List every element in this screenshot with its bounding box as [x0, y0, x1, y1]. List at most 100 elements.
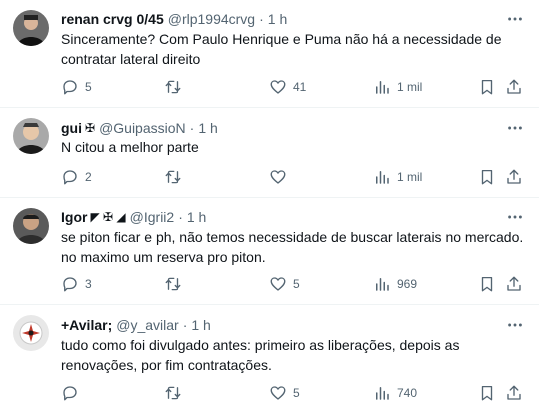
like-count: 5	[293, 277, 300, 291]
share-icon	[507, 385, 521, 400]
tweet-feed: renan crvg 0/45 @rlp1994crvg · 1 h Since…	[0, 0, 539, 416]
bookmark-icon	[481, 385, 493, 401]
user-handle[interactable]: @GuipassioN	[99, 120, 186, 136]
retweet-icon	[165, 386, 181, 400]
avatar[interactable]	[13, 10, 49, 46]
retweet-button[interactable]	[164, 274, 188, 294]
reply-button[interactable]: 5	[61, 77, 92, 97]
share-button[interactable]	[505, 77, 523, 97]
views-count: 740	[397, 386, 418, 400]
like-button[interactable]: 5	[269, 383, 300, 403]
tweet-text: tudo como foi divulgado antes: primeiro …	[61, 335, 526, 375]
action-bar: 3 5 969	[61, 274, 531, 294]
more-horizontal-icon	[508, 126, 522, 130]
reply-count: 5	[85, 80, 92, 94]
tweet-text-line: N citou a melhor parte	[61, 139, 199, 155]
more-horizontal-icon	[508, 323, 522, 327]
display-name[interactable]: +Avilar;	[61, 317, 112, 333]
separator-dot: ·	[189, 120, 195, 136]
timestamp[interactable]: 1 h	[268, 11, 287, 27]
display-name[interactable]: Igor	[61, 209, 87, 225]
like-count: 5	[293, 386, 300, 400]
more-options-button[interactable]	[505, 9, 525, 29]
retweet-icon	[165, 277, 181, 291]
tweet[interactable]: Igor ◤ ✠ ◢ @Igrii2 · 1 h se piton ficar …	[0, 198, 539, 305]
user-handle[interactable]: @y_avilar	[116, 317, 178, 333]
more-horizontal-icon	[508, 17, 522, 21]
like-count: 41	[293, 80, 307, 94]
views-icon	[376, 81, 389, 94]
views-count: 1 mil	[397, 80, 423, 94]
bookmark-button[interactable]	[478, 167, 496, 187]
like-button[interactable]	[269, 167, 293, 187]
views-button[interactable]: 740	[373, 383, 417, 403]
tweet-text-line: renovações, por fim contratações.	[61, 357, 272, 373]
like-button[interactable]: 41	[269, 77, 306, 97]
bookmark-button[interactable]	[478, 77, 496, 97]
tweet-text-line: se piton ficar e ph, não temos necessida…	[61, 229, 524, 245]
heart-icon	[270, 80, 286, 94]
reply-count: 2	[85, 170, 92, 184]
bookmark-icon	[481, 169, 493, 185]
more-options-button[interactable]	[505, 118, 525, 138]
user-handle[interactable]: @Igrii2	[130, 209, 175, 225]
tweet-text-line: no maximo um reserva pro piton.	[61, 249, 266, 265]
share-button[interactable]	[505, 383, 523, 403]
tweet-header: +Avilar; @y_avilar · 1 h	[61, 315, 211, 335]
views-icon	[376, 278, 389, 291]
share-button[interactable]	[505, 274, 523, 294]
views-icon	[376, 171, 389, 184]
reply-button[interactable]: 3	[61, 274, 92, 294]
timestamp[interactable]: 1 h	[198, 120, 217, 136]
more-options-button[interactable]	[505, 315, 525, 335]
retweet-button[interactable]	[164, 167, 188, 187]
tweet[interactable]: gui ✠ @GuipassioN · 1 h N citou a melhor…	[0, 108, 539, 198]
tweet-text: se piton ficar e ph, não temos necessida…	[61, 227, 526, 267]
avatar[interactable]	[13, 315, 49, 351]
reply-icon	[63, 170, 77, 185]
tweet-header: gui ✠ @GuipassioN · 1 h	[61, 118, 218, 138]
reply-count: 3	[85, 277, 92, 291]
like-button[interactable]: 5	[269, 274, 300, 294]
reply-button[interactable]: 2	[61, 167, 92, 187]
views-button[interactable]: 1 mil	[373, 167, 422, 187]
separator-dot: ·	[259, 11, 264, 27]
heart-icon	[270, 277, 286, 291]
more-options-button[interactable]	[505, 207, 525, 227]
reply-icon	[63, 277, 77, 292]
reply-icon	[63, 386, 77, 401]
bookmark-button[interactable]	[478, 383, 496, 403]
action-bar: 5 740	[61, 383, 531, 403]
tweet-header: renan crvg 0/45 @rlp1994crvg · 1 h	[61, 9, 287, 29]
avatar[interactable]	[13, 208, 49, 244]
tweet[interactable]: renan crvg 0/45 @rlp1994crvg · 1 h Since…	[0, 0, 539, 108]
views-button[interactable]: 1 mil	[373, 77, 422, 97]
separator-dot: ·	[182, 317, 188, 333]
tweet-header: Igor ◤ ✠ ◢ @Igrii2 · 1 h	[61, 207, 206, 227]
retweet-icon	[165, 170, 181, 184]
bookmark-icon	[481, 276, 493, 292]
retweet-button[interactable]	[164, 383, 188, 403]
timestamp[interactable]: 1 h	[187, 209, 206, 225]
reply-icon	[63, 80, 77, 95]
retweet-button[interactable]	[164, 77, 188, 97]
tweet-text-line: contratar lateral direito	[61, 51, 201, 67]
tweet[interactable]: +Avilar; @y_avilar · 1 h tudo como foi d…	[0, 305, 539, 416]
name-badges: ◤ ✠ ◢	[90, 210, 126, 224]
retweet-icon	[165, 80, 181, 94]
display-name[interactable]: renan crvg 0/45	[61, 11, 164, 27]
more-horizontal-icon	[508, 215, 522, 219]
display-name[interactable]: gui	[61, 120, 82, 136]
user-handle[interactable]: @rlp1994crvg	[168, 11, 255, 27]
timestamp[interactable]: 1 h	[191, 317, 210, 333]
reply-button[interactable]	[61, 383, 85, 403]
share-button[interactable]	[505, 167, 523, 187]
bookmark-button[interactable]	[478, 274, 496, 294]
views-count: 969	[397, 277, 418, 291]
tweet-text: N citou a melhor parte	[61, 137, 526, 157]
heart-icon	[270, 386, 286, 400]
views-icon	[376, 387, 389, 400]
action-bar: 5 41 1 mil	[61, 77, 531, 97]
avatar[interactable]	[13, 118, 49, 154]
views-button[interactable]: 969	[373, 274, 417, 294]
